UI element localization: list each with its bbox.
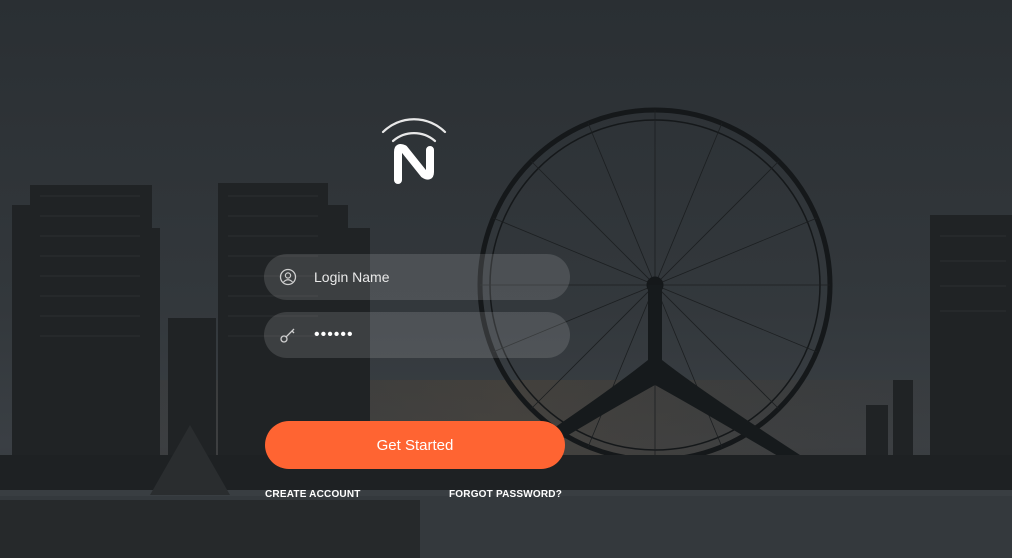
password-input[interactable] xyxy=(314,320,570,350)
get-started-button[interactable]: Get Started xyxy=(265,421,565,469)
wifi-n-logo-icon xyxy=(381,118,447,184)
login-name-field[interactable] xyxy=(264,254,570,300)
forgot-password-link[interactable]: FORGOT PASSWORD? xyxy=(449,489,562,500)
password-field[interactable] xyxy=(264,312,570,358)
user-circle-icon xyxy=(278,267,298,287)
login-name-input[interactable] xyxy=(314,262,570,292)
create-account-link[interactable]: CREATE ACCOUNT xyxy=(265,489,361,500)
key-icon xyxy=(278,325,298,345)
